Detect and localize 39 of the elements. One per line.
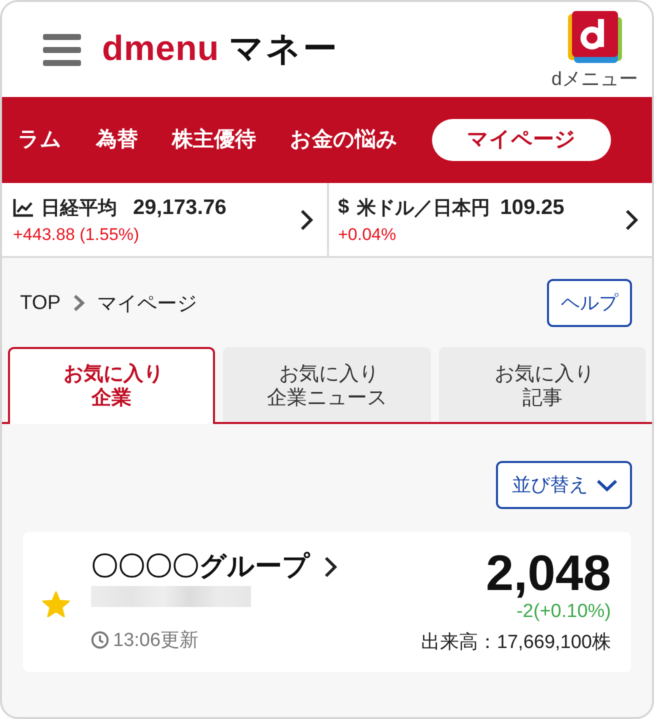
chevron-right-icon (625, 208, 639, 230)
ticker-change: +443.88 (1.55%) (13, 224, 140, 244)
sort-button[interactable]: 並び替え (496, 461, 632, 509)
help-button[interactable]: ヘルプ (547, 279, 632, 327)
tab[interactable]: お気に入り企業ニュース (223, 347, 431, 422)
star-icon[interactable] (42, 591, 70, 618)
dollar-symbol: $ (338, 196, 350, 219)
nav-pill-tab[interactable]: マイページ (432, 118, 611, 162)
tab[interactable]: お気に入り企業 (8, 347, 216, 424)
ticker-value: 109.25 (500, 196, 564, 220)
ticker-name: 日経平均 (41, 196, 117, 220)
logo-brand: dmenu (102, 31, 220, 66)
app-label[interactable]: dメニュー (551, 70, 638, 91)
chevron-right-icon (324, 556, 338, 578)
company-link[interactable]: 〇〇〇〇グループ (91, 550, 338, 584)
ticker-panel[interactable]: $ 米ドル／日本円 109.25 +0.04% (327, 183, 652, 256)
ticker-name: 米ドル／日本円 (357, 196, 490, 220)
price-change: -2(+0.10%) (516, 601, 611, 623)
line-chart-icon (13, 198, 33, 216)
chevron-right-icon (300, 208, 314, 230)
breadcrumb-link[interactable]: TOP (20, 292, 61, 314)
nav-tab[interactable]: 株主優待 (172, 128, 256, 152)
nav-tab[interactable]: ラム (18, 128, 62, 152)
clock-icon (91, 631, 109, 650)
ticker-value: 29,173.76 (133, 196, 226, 220)
ticker-change: +0.04% (338, 224, 396, 244)
logo-title: マネー (229, 32, 340, 66)
chevron-right-icon (72, 294, 85, 312)
current-page-label: マイページ (96, 292, 197, 316)
app-icon[interactable] (568, 11, 622, 63)
menu-icon[interactable] (43, 34, 81, 66)
update-time: 13:06更新 (113, 629, 199, 654)
chevron-down-icon (596, 478, 618, 492)
tab[interactable]: お気に入り記事 (438, 347, 646, 422)
trading-volume: 出来高：17,669,100株 (420, 631, 611, 655)
nav-tab[interactable]: お金の悩み (290, 128, 398, 152)
ticker-panel[interactable]: 日経平均 29,173.76 +443.88 (1.55%) (2, 183, 327, 256)
nav-tab[interactable]: 為替 (96, 128, 138, 152)
stock-price: 2,048 (486, 548, 611, 598)
